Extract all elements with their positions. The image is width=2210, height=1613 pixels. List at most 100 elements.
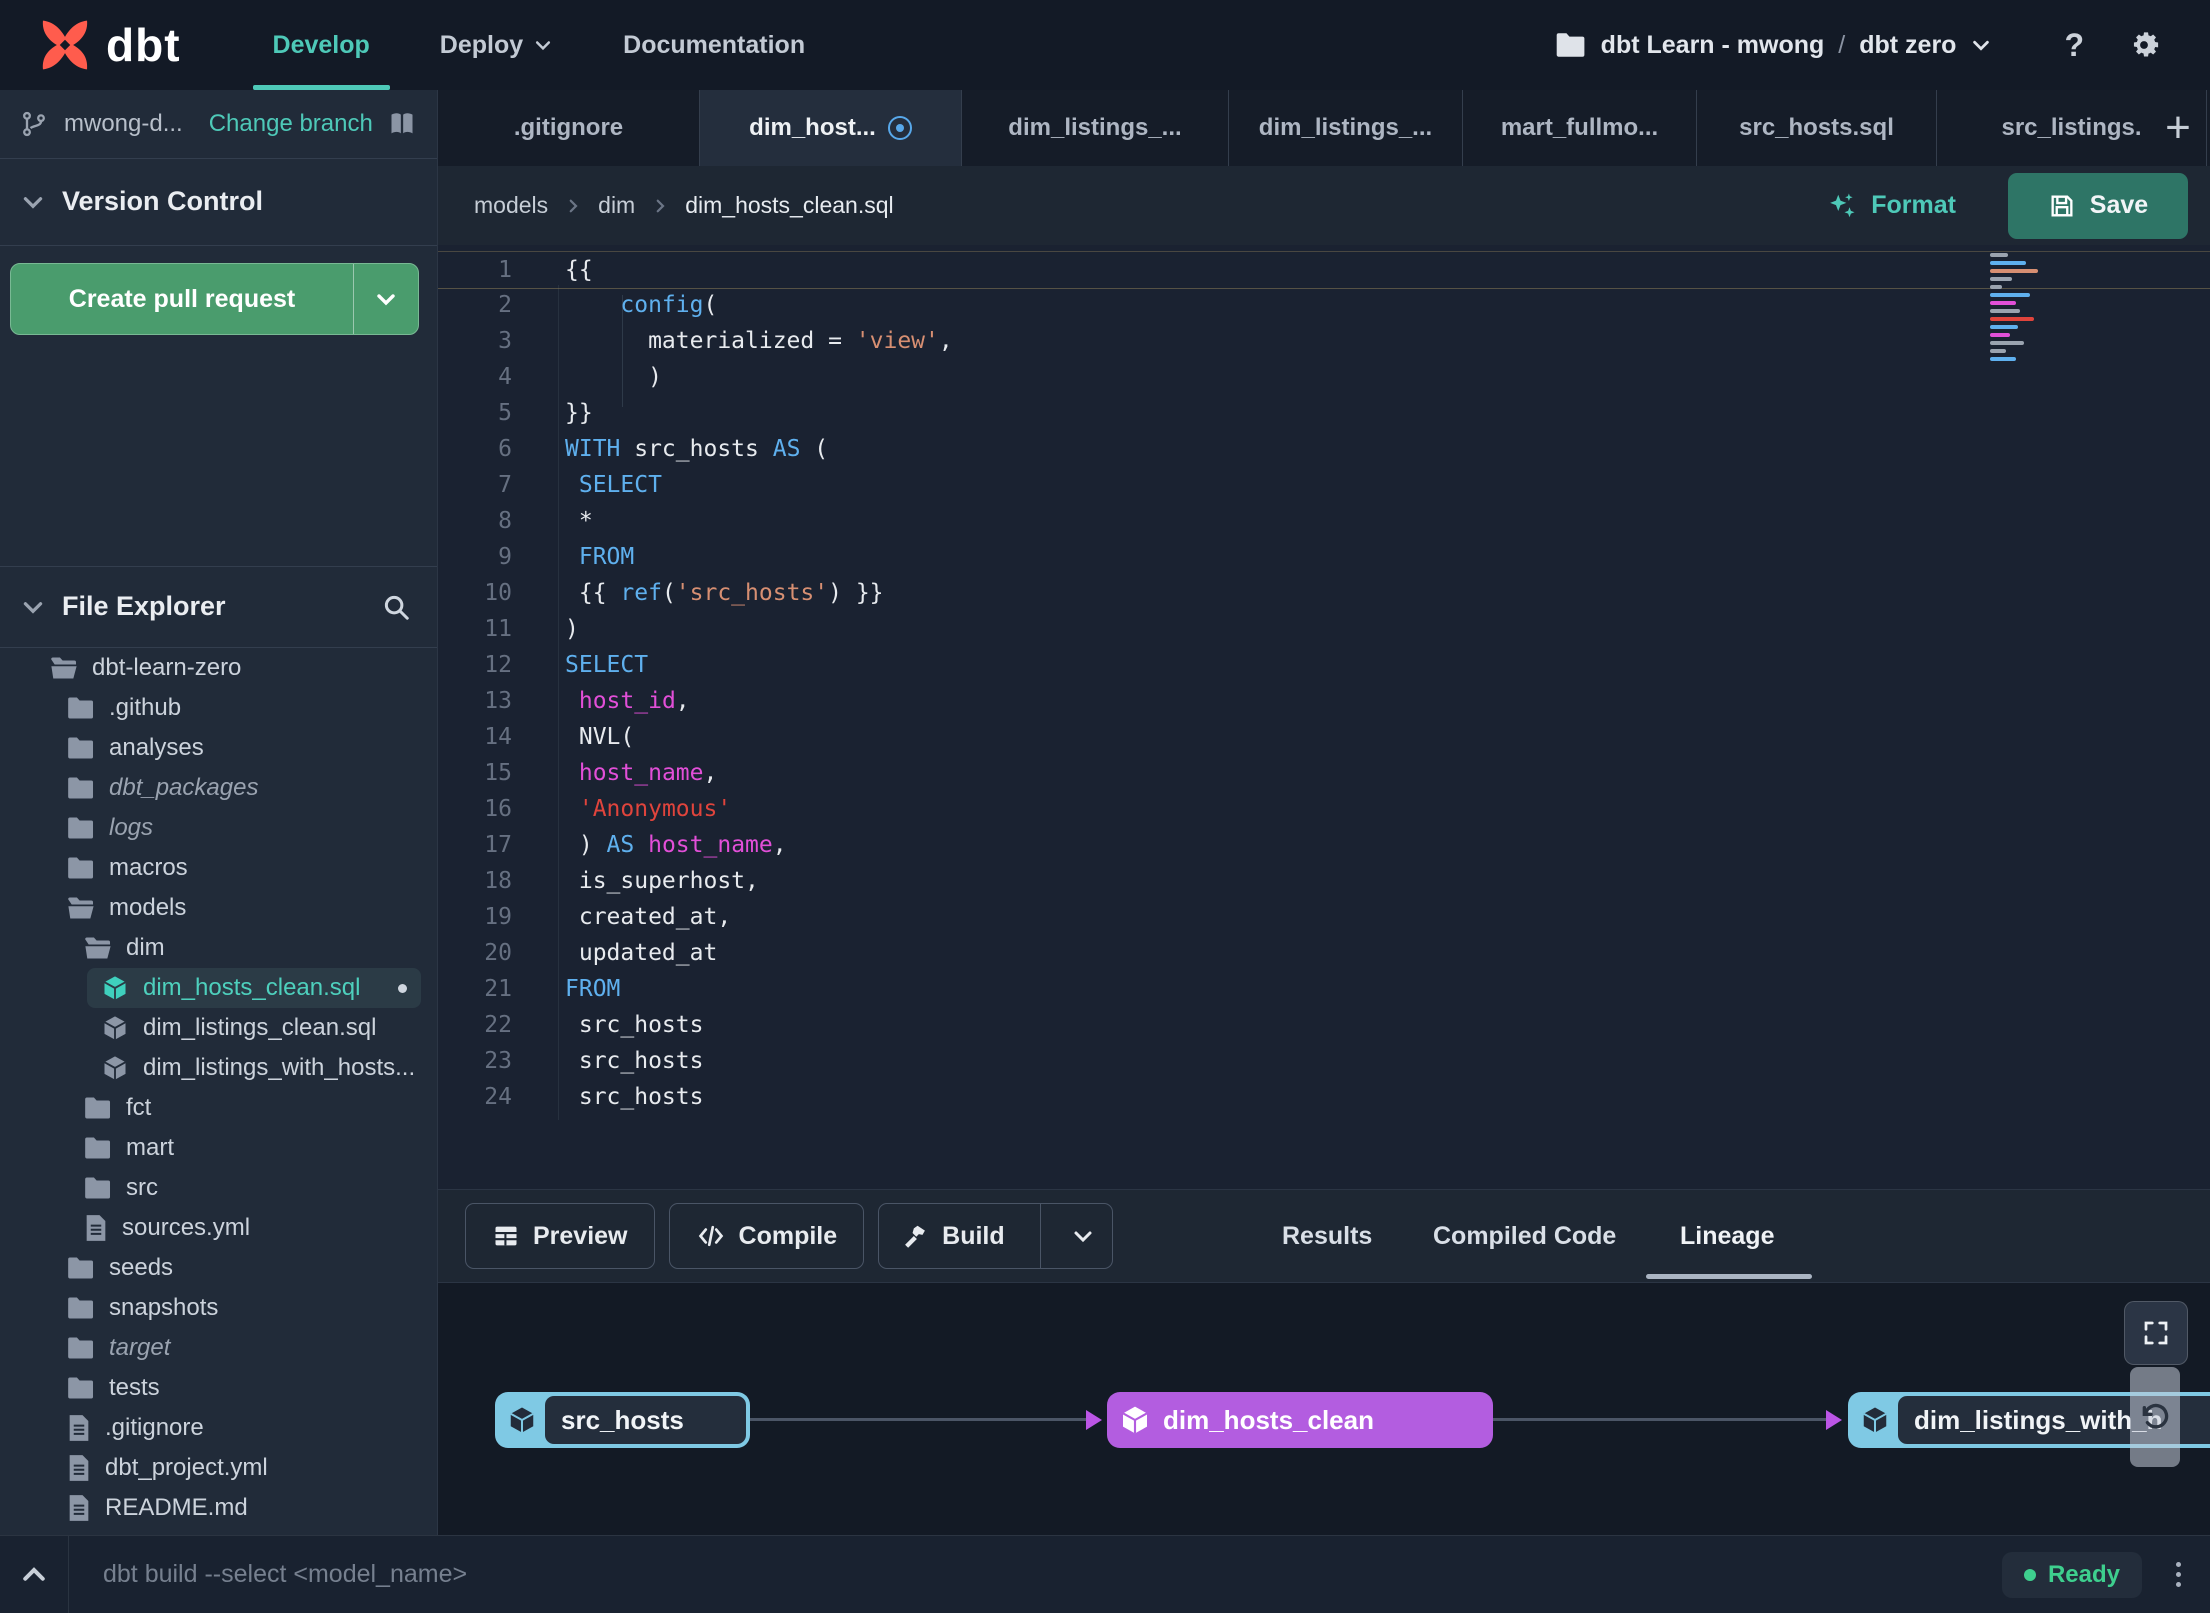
tree-item[interactable]: target <box>0 1328 437 1368</box>
editor-tab[interactable]: dim_host... <box>700 90 962 166</box>
format-button[interactable]: Format <box>1827 191 1956 221</box>
line-number: 12 <box>484 652 512 678</box>
tree-item[interactable]: dbt-learn-zero <box>0 648 437 688</box>
help-icon[interactable]: ? <box>2064 27 2084 64</box>
code-line[interactable]: 15 host_name, <box>438 755 2210 791</box>
tree-item[interactable]: dim_hosts_clean.sql <box>87 968 421 1008</box>
editor-tab[interactable]: .gitignore <box>438 90 700 166</box>
create-pull-request-button[interactable]: Create pull request <box>10 263 419 335</box>
nav-develop[interactable]: Develop <box>252 0 391 90</box>
change-branch-link[interactable]: Change branch <box>209 110 373 138</box>
tree-item[interactable]: src <box>0 1168 437 1208</box>
tree-item[interactable]: .gitignore <box>0 1408 437 1448</box>
tree-item[interactable]: dbt_packages <box>0 768 437 808</box>
editor-tab-label: src_listings. <box>2001 114 2142 141</box>
tree-item[interactable]: tests <box>0 1368 437 1408</box>
build-button[interactable]: Build <box>878 1203 1114 1269</box>
tree-item[interactable]: .github <box>0 688 437 728</box>
code-line[interactable]: 2 config( <box>438 287 2210 323</box>
line-number: 5 <box>498 400 512 426</box>
save-button[interactable]: Save <box>2008 172 2188 239</box>
code-line[interactable]: 22 src_hosts <box>438 1007 2210 1043</box>
code-line[interactable]: 17 ) AS host_name, <box>438 827 2210 863</box>
breadcrumb-dim[interactable]: dim <box>598 192 635 219</box>
tree-item[interactable]: macros <box>0 848 437 888</box>
editor-tab[interactable]: dim_listings_... <box>962 90 1229 166</box>
tree-item[interactable]: dim <box>0 928 437 968</box>
code-line[interactable]: 4 ) <box>438 359 2210 395</box>
tree-item[interactable]: models <box>0 888 437 928</box>
file-icon <box>67 1454 91 1482</box>
kebab-menu-icon[interactable] <box>2158 1562 2198 1587</box>
editor-actions: Format Save <box>1827 172 2210 239</box>
tree-item[interactable]: analyses <box>0 728 437 768</box>
file-explorer-header[interactable]: File Explorer <box>0 566 437 647</box>
build-dropdown-button[interactable] <box>1054 1204 1112 1268</box>
tree-item[interactable]: sources.yml <box>0 1208 437 1248</box>
tab-compiled-code[interactable]: Compiled Code <box>1433 1190 1616 1282</box>
lineage-node-src-hosts[interactable]: src_hosts <box>495 1392 750 1448</box>
pull-request-dropdown-button[interactable] <box>354 264 418 334</box>
code-line[interactable]: 21 FROM <box>438 971 2210 1007</box>
create-pull-request-label[interactable]: Create pull request <box>11 264 353 334</box>
tree-item[interactable]: dim_listings_clean.sql <box>0 1008 437 1048</box>
code-line[interactable]: 14 NVL( <box>438 719 2210 755</box>
environment-selector[interactable]: dbt zero <box>1859 31 1956 60</box>
code-line[interactable]: 6 WITH src_hosts AS ( <box>438 431 2210 467</box>
code-line[interactable]: 12 SELECT <box>438 647 2210 683</box>
code-line[interactable]: 1 {{ <box>438 251 2210 289</box>
code-line[interactable]: 18 is_superhost, <box>438 863 2210 899</box>
code-line[interactable]: 10 {{ ref('src_hosts') }} <box>438 575 2210 611</box>
tree-item[interactable]: README.md <box>0 1488 437 1528</box>
breadcrumb-models[interactable]: models <box>474 192 548 219</box>
build-button-main[interactable]: Build <box>879 1204 1027 1268</box>
tree-item[interactable]: logs <box>0 808 437 848</box>
project-name[interactable]: dbt Learn - mwong <box>1601 31 1825 60</box>
version-control-title: Version Control <box>62 186 264 216</box>
lineage-graph[interactable]: src_hosts dim_hosts_clean dim_listings_w… <box>438 1283 2210 1535</box>
tree-item[interactable]: mart <box>0 1128 437 1168</box>
search-icon[interactable] <box>381 592 411 622</box>
minimap[interactable] <box>1990 253 2066 365</box>
settings-gear-icon[interactable] <box>2126 27 2162 63</box>
fullscreen-button[interactable] <box>2124 1301 2188 1365</box>
code-line[interactable]: 23 src_hosts <box>438 1043 2210 1079</box>
dbt-logo[interactable]: dbt <box>36 16 181 74</box>
tree-item[interactable]: fct <box>0 1088 437 1128</box>
version-control-header[interactable]: Version Control <box>0 158 437 245</box>
editor-tab[interactable]: mart_fullmo... <box>1463 90 1697 166</box>
tree-item-label: dbt-learn-zero <box>92 654 242 681</box>
code-line[interactable]: 9 FROM <box>438 539 2210 575</box>
new-tab-button[interactable]: + <box>2156 90 2200 166</box>
code-editor[interactable]: 1{{2 config(3 materialized = 'view', 4 ) 5… <box>438 245 2210 1189</box>
code-line[interactable]: 11) <box>438 611 2210 647</box>
code-line[interactable]: 13 host_id, <box>438 683 2210 719</box>
nav-documentation[interactable]: Documentation <box>609 0 819 90</box>
nav-deploy[interactable]: Deploy <box>426 0 567 90</box>
chevron-down-icon[interactable] <box>1970 34 1992 56</box>
editor-tab[interactable]: src_hosts.sql <box>1697 90 1937 166</box>
code-text: SELECT <box>565 652 649 678</box>
editor-tab[interactable]: dim_listings_... <box>1229 90 1463 166</box>
tree-item[interactable]: snapshots <box>0 1288 437 1328</box>
code-line[interactable]: 20 updated_at <box>438 935 2210 971</box>
tree-item[interactable]: seeds <box>0 1248 437 1288</box>
code-line[interactable]: 16 'Anonymous' <box>438 791 2210 827</box>
compile-button[interactable]: Compile <box>668 1203 865 1269</box>
tab-results[interactable]: Results <box>1282 1190 1372 1282</box>
code-line[interactable]: 7 SELECT <box>438 467 2210 503</box>
reset-view-button[interactable] <box>2130 1367 2180 1467</box>
tree-item[interactable]: dim_listings_with_hosts... <box>0 1048 437 1088</box>
lineage-node-dim-hosts-clean[interactable]: dim_hosts_clean <box>1107 1392 1493 1448</box>
code-line[interactable]: 3 materialized = 'view', <box>438 323 2210 359</box>
chevron-up-icon[interactable] <box>0 1560 68 1590</box>
code-line[interactable]: 8 * <box>438 503 2210 539</box>
tree-item[interactable]: dbt_project.yml <box>0 1448 437 1488</box>
code-line[interactable]: 5}} <box>438 395 2210 431</box>
command-input[interactable] <box>101 1559 2002 1590</box>
code-line[interactable]: 19 created_at, <box>438 899 2210 935</box>
docs-book-icon[interactable] <box>387 110 417 138</box>
code-line[interactable]: 24 src_hosts <box>438 1079 2210 1115</box>
preview-button[interactable]: Preview <box>465 1203 655 1269</box>
tab-lineage[interactable]: Lineage <box>1680 1190 1774 1282</box>
